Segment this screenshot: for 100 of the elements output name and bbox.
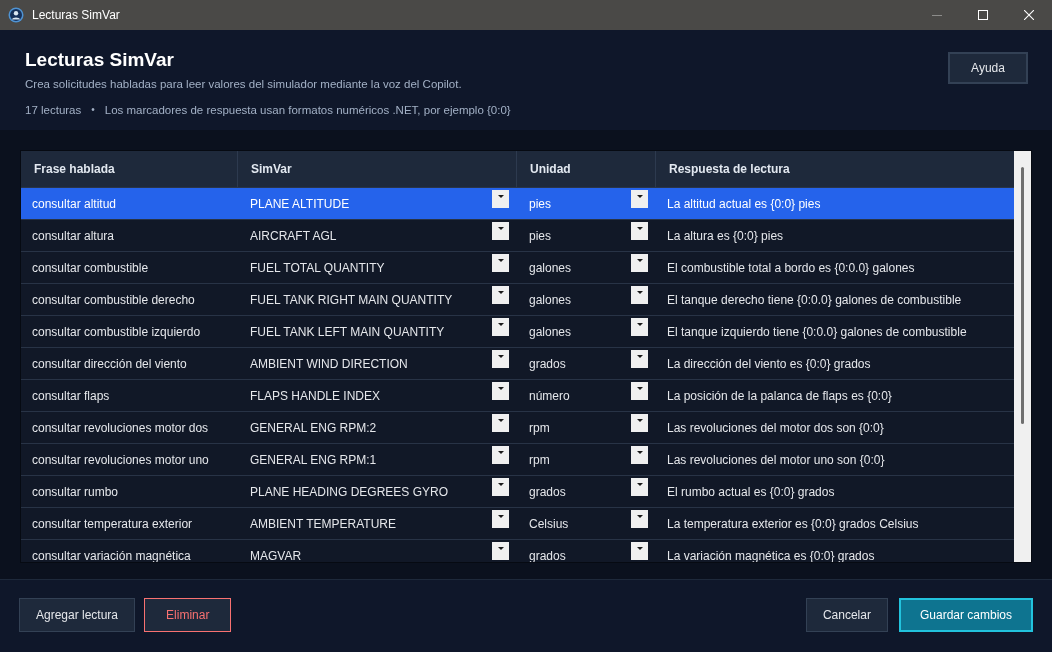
simvar-cell: AIRCRAFT AGL bbox=[250, 228, 337, 243]
dropdown-button[interactable] bbox=[631, 478, 648, 496]
table-row[interactable]: consultar temperatura exterior AMBIENT TEMPERATURE Celsius La temperatura exterior es {0:0} grados Celsius bbox=[21, 508, 1014, 540]
response-cell: La altitud actual es {0:0} pies bbox=[667, 196, 821, 211]
dropdown-button[interactable] bbox=[492, 318, 509, 336]
table-row[interactable]: consultar altitud PLANE ALTITUDE pies La altitud actual es {0:0} pies bbox=[21, 188, 1014, 220]
caret-icon bbox=[636, 259, 643, 262]
caret-icon bbox=[636, 291, 643, 294]
column-header[interactable]: SimVar bbox=[238, 151, 517, 187]
dropdown-button[interactable] bbox=[631, 542, 648, 560]
table-row[interactable]: consultar revoluciones motor dos GENERAL ENG RPM:2 rpm Las revoluciones del motor dos son {0:0} bbox=[21, 412, 1014, 444]
phrase-cell: consultar revoluciones motor uno bbox=[32, 452, 209, 467]
phrase-cell: consultar combustible derecho bbox=[32, 292, 195, 307]
dropdown-button[interactable] bbox=[492, 286, 509, 304]
unit-cell: grados bbox=[529, 548, 566, 562]
caret-icon bbox=[636, 323, 643, 326]
column-header[interactable]: Unidad bbox=[517, 151, 656, 187]
simvar-cell: GENERAL ENG RPM:1 bbox=[250, 452, 377, 467]
phrase-cell: consultar temperatura exterior bbox=[32, 516, 193, 531]
response-cell: Las revoluciones del motor dos son {0:0} bbox=[667, 420, 884, 435]
dropdown-button[interactable] bbox=[631, 446, 648, 464]
response-cell: El tanque izquierdo tiene {0:0.0} galones de combustible bbox=[667, 324, 967, 339]
simvar-cell: PLANE HEADING DEGREES GYRO bbox=[250, 484, 449, 499]
table-row[interactable]: consultar dirección del viento AMBIENT WIND DIRECTION grados La dirección del viento es {0:0} grados bbox=[21, 348, 1014, 380]
simvar-cell: FLAPS HANDLE INDEX bbox=[250, 388, 381, 403]
scrollbar[interactable] bbox=[1014, 151, 1031, 562]
dropdown-button[interactable] bbox=[631, 286, 648, 304]
dropdown-button[interactable] bbox=[631, 190, 648, 208]
help-button[interactable]: Ayuda bbox=[948, 52, 1028, 84]
caret-icon bbox=[636, 355, 643, 358]
maximize-icon bbox=[978, 10, 988, 20]
dropdown-button[interactable] bbox=[631, 318, 648, 336]
unit-cell: rpm bbox=[529, 452, 550, 467]
table-row[interactable]: consultar altura AIRCRAFT AGL pies La altura es {0:0} pies bbox=[21, 220, 1014, 252]
unit-cell: galones bbox=[529, 324, 572, 339]
caret-icon bbox=[636, 195, 643, 198]
response-cell: La variación magnética es {0:0} grados bbox=[667, 548, 875, 562]
simvar-cell: PLANE ALTITUDE bbox=[250, 196, 350, 211]
phrase-cell: consultar revoluciones motor dos bbox=[32, 420, 209, 435]
response-cell: Las revoluciones del motor uno son {0:0} bbox=[667, 452, 885, 467]
dropdown-button[interactable] bbox=[492, 414, 509, 432]
phrase-cell: consultar flaps bbox=[32, 388, 110, 403]
dropdown-button[interactable] bbox=[631, 510, 648, 528]
window-title: Lecturas SimVar bbox=[32, 8, 120, 22]
caret-icon bbox=[497, 515, 504, 518]
add-button[interactable]: Agregar lectura bbox=[19, 598, 136, 632]
unit-cell: galones bbox=[529, 260, 572, 275]
table-row[interactable]: consultar variación magnética MAGVAR grados La variación magnética es {0:0} grados bbox=[21, 540, 1014, 562]
caret-icon bbox=[497, 451, 504, 454]
delete-button[interactable]: Eliminar bbox=[144, 598, 232, 632]
caret-icon bbox=[497, 547, 504, 550]
dropdown-button[interactable] bbox=[631, 254, 648, 272]
table-row[interactable]: consultar combustible izquierdo FUEL TANK LEFT MAIN QUANTITY galones El tanque izquierdo tiene {0:0.0} galones de combustible bbox=[21, 316, 1014, 348]
unit-cell: pies bbox=[529, 228, 551, 243]
phrase-cell: consultar combustible izquierdo bbox=[32, 324, 201, 339]
cancel-button[interactable]: Cancelar bbox=[805, 598, 888, 632]
dropdown-button[interactable] bbox=[631, 414, 648, 432]
response-cell: La altura es {0:0} pies bbox=[667, 228, 784, 243]
unit-cell: número bbox=[529, 388, 570, 403]
caret-icon bbox=[497, 323, 504, 326]
caret-icon bbox=[497, 227, 504, 230]
table-row[interactable]: consultar combustible derecho FUEL TANK RIGHT MAIN QUANTITY galones El tanque derecho tiene {0:0.0} galones de combustible bbox=[21, 284, 1014, 316]
save-button[interactable]: Guardar cambios bbox=[898, 598, 1033, 632]
phrase-cell: consultar combustible bbox=[32, 260, 149, 275]
unit-cell: galones bbox=[529, 292, 572, 307]
column-header[interactable]: Frase hablada bbox=[21, 151, 238, 187]
separator-dot: • bbox=[91, 103, 95, 117]
table-row[interactable]: consultar flaps FLAPS HANDLE INDEX número La posición de la palanca de flaps es {0:0} bbox=[21, 380, 1014, 412]
phrase-cell: consultar rumbo bbox=[32, 484, 119, 499]
dropdown-button[interactable] bbox=[631, 382, 648, 400]
dropdown-button[interactable] bbox=[492, 382, 509, 400]
caret-icon bbox=[497, 387, 504, 390]
caret-icon bbox=[636, 451, 643, 454]
table-row[interactable]: consultar rumbo PLANE HEADING DEGREES GYRO grados El rumbo actual es {0:0} grados bbox=[21, 476, 1014, 508]
dropdown-button[interactable] bbox=[492, 222, 509, 240]
caret-icon bbox=[497, 355, 504, 358]
caret-icon bbox=[636, 547, 643, 550]
dropdown-button[interactable] bbox=[492, 190, 509, 208]
response-cell: La posición de la palanca de flaps es {0:0} bbox=[667, 388, 892, 403]
dropdown-button[interactable] bbox=[492, 510, 509, 528]
dropdown-button[interactable] bbox=[492, 542, 509, 560]
phrase-cell: consultar altitud bbox=[32, 196, 117, 211]
unit-cell: pies bbox=[529, 196, 551, 211]
caret-icon bbox=[497, 483, 504, 486]
response-cell: La temperatura exterior es {0:0} grados Celsius bbox=[667, 516, 919, 531]
format-note: Los marcadores de respuesta usan formatos numéricos .NET, por ejemplo {0:0} bbox=[104, 103, 511, 118]
dropdown-button[interactable] bbox=[492, 478, 509, 496]
table-row[interactable]: consultar revoluciones motor uno GENERAL ENG RPM:1 rpm Las revoluciones del motor uno son {0:0} bbox=[21, 444, 1014, 476]
page-subtitle: Crea solicitudes habladas para leer valores del simulador mediante la voz del Copilot. bbox=[25, 77, 463, 92]
dropdown-button[interactable] bbox=[492, 446, 509, 464]
dropdown-button[interactable] bbox=[631, 222, 648, 240]
unit-cell: rpm bbox=[529, 420, 550, 435]
dropdown-button[interactable] bbox=[631, 350, 648, 368]
column-header[interactable]: Respuesta de lectura bbox=[656, 151, 1014, 187]
table-row[interactable]: consultar combustible FUEL TOTAL QUANTITY galones El combustible total a bordo es {0:0.0} galones bbox=[21, 252, 1014, 284]
response-cell: El rumbo actual es {0:0} grados bbox=[667, 484, 835, 499]
phrase-cell: consultar variación magnética bbox=[32, 548, 191, 562]
caret-icon bbox=[636, 483, 643, 486]
dropdown-button[interactable] bbox=[492, 350, 509, 368]
dropdown-button[interactable] bbox=[492, 254, 509, 272]
